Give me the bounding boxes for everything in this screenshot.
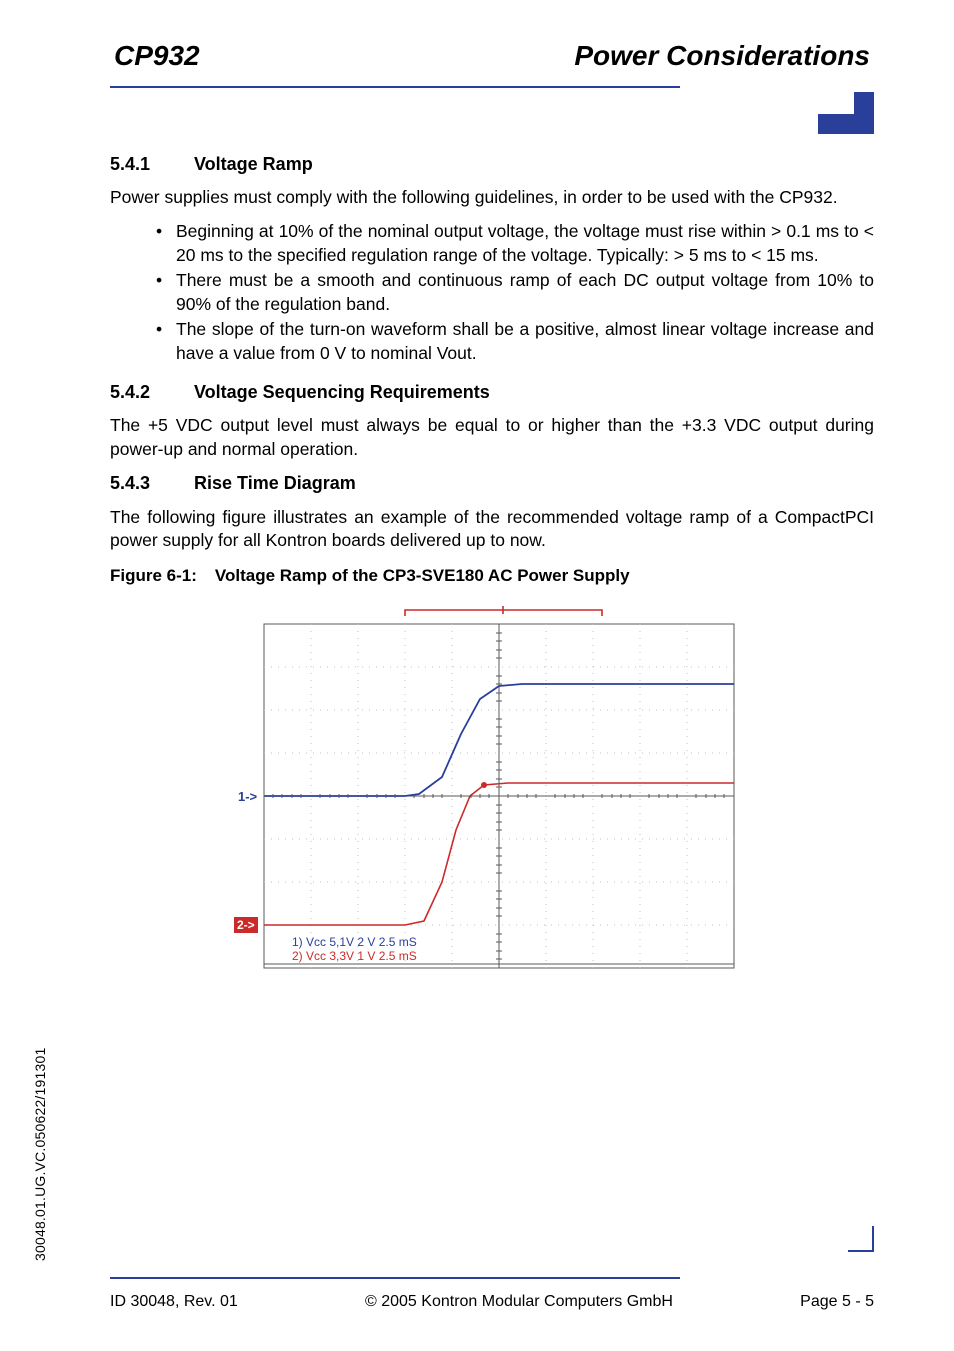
heading-5-4-3: 5.4.3Rise Time Diagram (110, 471, 874, 495)
bullet-list: Beginning at 10% of the nominal output v… (110, 220, 874, 366)
legend-line-2: 2) Vcc 3,3V 1 V 2.5 mS (292, 949, 417, 963)
voltage-ramp-figure: 1-> 2-> 1) Vcc 5,1V 2 V 2.5 mS 2) Vcc 3,… (232, 606, 752, 993)
heading-5-4-2: 5.4.2Voltage Sequencing Requirements (110, 380, 874, 404)
list-item: Beginning at 10% of the nominal output v… (156, 220, 874, 267)
marker-ch2: 2-> (237, 918, 255, 932)
heading-number: 5.4.2 (110, 380, 194, 404)
brand-logo-icon (818, 92, 874, 139)
page-header: CP932 Power Considerations (110, 40, 874, 80)
list-item: There must be a smooth and continuous ra… (156, 269, 874, 316)
footer-page-number: Page 5 - 5 (800, 1293, 874, 1311)
content: 5.4.1Voltage Ramp Power supplies must co… (110, 152, 874, 992)
paragraph: Power supplies must comply with the foll… (110, 186, 874, 210)
footer-doc-id: ID 30048, Rev. 01 (110, 1293, 238, 1311)
paragraph: The +5 VDC output level must always be e… (110, 414, 874, 461)
corner-mark-icon (848, 1226, 874, 1257)
page: CP932 Power Considerations 5.4.1Voltage … (0, 0, 954, 1351)
marker-ch1: 1-> (238, 789, 258, 804)
page-footer: ID 30048, Rev. 01 © 2005 Kontron Modular… (110, 1277, 874, 1311)
figure-caption: Figure 6-1: Voltage Ramp of the CP3-SVE18… (110, 565, 874, 588)
header-right: Power Considerations (574, 40, 870, 72)
figure-number: Figure 6-1: (110, 565, 197, 588)
heading-5-4-1: 5.4.1Voltage Ramp (110, 152, 874, 176)
header-left: CP932 (114, 40, 200, 72)
heading-number: 5.4.3 (110, 471, 194, 495)
list-item: The slope of the turn-on waveform shall … (156, 318, 874, 365)
side-doc-id: 30048.01.UG.VC.050622/191301 (32, 1048, 48, 1261)
heading-number: 5.4.1 (110, 152, 194, 176)
paragraph: The following figure illustrates an exam… (110, 506, 874, 553)
figure-title: Voltage Ramp of the CP3-SVE180 AC Power … (215, 566, 630, 585)
heading-title: Voltage Ramp (194, 154, 313, 174)
footer-copyright: © 2005 Kontron Modular Computers GmbH (365, 1293, 673, 1311)
footer-rule (110, 1277, 680, 1279)
heading-title: Voltage Sequencing Requirements (194, 382, 490, 402)
legend-line-1: 1) Vcc 5,1V 2 V 2.5 mS (292, 935, 417, 949)
header-rule (110, 86, 680, 88)
heading-title: Rise Time Diagram (194, 473, 356, 493)
